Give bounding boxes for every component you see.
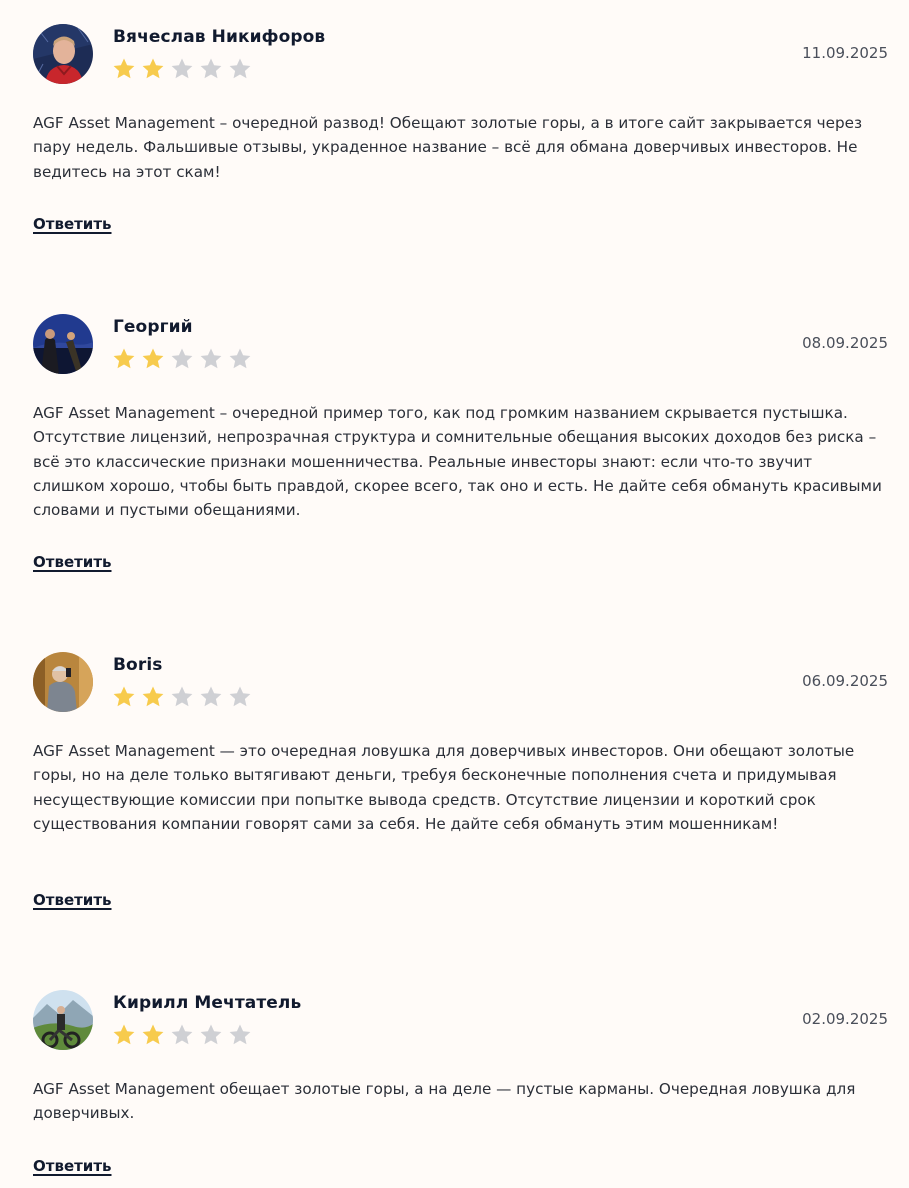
review-text: AGF Asset Management – очередной пример … [33, 404, 882, 520]
rating-stars [112, 685, 252, 709]
star-icon [229, 686, 251, 707]
star-icon [200, 58, 222, 79]
reply-link[interactable]: Ответить [33, 215, 112, 233]
review-author: Вячеслав Никифоров [113, 27, 326, 47]
review-author: Георгий [113, 317, 193, 337]
review-author: Кирилл Мечтатель [113, 993, 302, 1013]
review-text: AGF Asset Management обещает золотые гор… [33, 1080, 856, 1123]
review-text: AGF Asset Management — это очередная лов… [33, 742, 855, 833]
avatar [33, 24, 93, 84]
avatar [33, 314, 93, 374]
review-date: 02.09.2025 [802, 1010, 888, 1028]
avatar [33, 990, 93, 1050]
star-icon [171, 1024, 193, 1045]
star-icon [142, 1024, 164, 1045]
star-icon [171, 58, 193, 79]
star-icon [142, 348, 164, 369]
star-icon [113, 348, 135, 369]
star-icon [229, 1024, 251, 1045]
star-icon [229, 58, 251, 79]
rating-stars [112, 57, 252, 81]
review-author: Boris [113, 655, 163, 675]
review-date: 11.09.2025 [802, 44, 888, 62]
review-text: AGF Asset Management – очередной развод!… [33, 114, 863, 181]
reply-link[interactable]: Ответить [33, 553, 112, 571]
rating-stars [112, 1023, 252, 1047]
avatar [33, 652, 93, 712]
star-icon [113, 686, 135, 707]
star-icon [142, 686, 164, 707]
star-icon [113, 58, 135, 79]
reply-link[interactable]: Ответить [33, 891, 112, 909]
star-icon [171, 686, 193, 707]
star-icon [171, 348, 193, 369]
rating-stars [112, 347, 252, 371]
star-icon [200, 1024, 222, 1045]
star-icon [200, 686, 222, 707]
review-date: 08.09.2025 [802, 334, 888, 352]
star-icon [229, 348, 251, 369]
star-icon [200, 348, 222, 369]
star-icon [142, 58, 164, 79]
star-icon [113, 1024, 135, 1045]
review-date: 06.09.2025 [802, 672, 888, 690]
reply-link[interactable]: Ответить [33, 1157, 112, 1175]
